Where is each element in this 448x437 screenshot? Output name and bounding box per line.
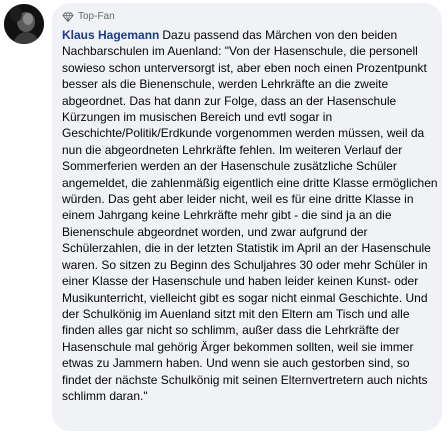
avatar-image xyxy=(4,4,44,44)
badge-label: Top-Fan xyxy=(78,11,115,22)
avatar[interactable] xyxy=(4,4,44,44)
author-name[interactable]: Klaus Hagemann xyxy=(62,28,159,42)
comment-bubble: Top-Fan Klaus Hagemann Dazu passend das M… xyxy=(52,3,442,431)
diamond-icon xyxy=(62,12,74,23)
comment-text: Dazu passend das Märchen von den beiden … xyxy=(62,28,438,403)
comment-body: Klaus Hagemann Dazu passend das Märchen v… xyxy=(62,27,438,404)
top-fan-badge: Top-Fan xyxy=(62,11,115,23)
